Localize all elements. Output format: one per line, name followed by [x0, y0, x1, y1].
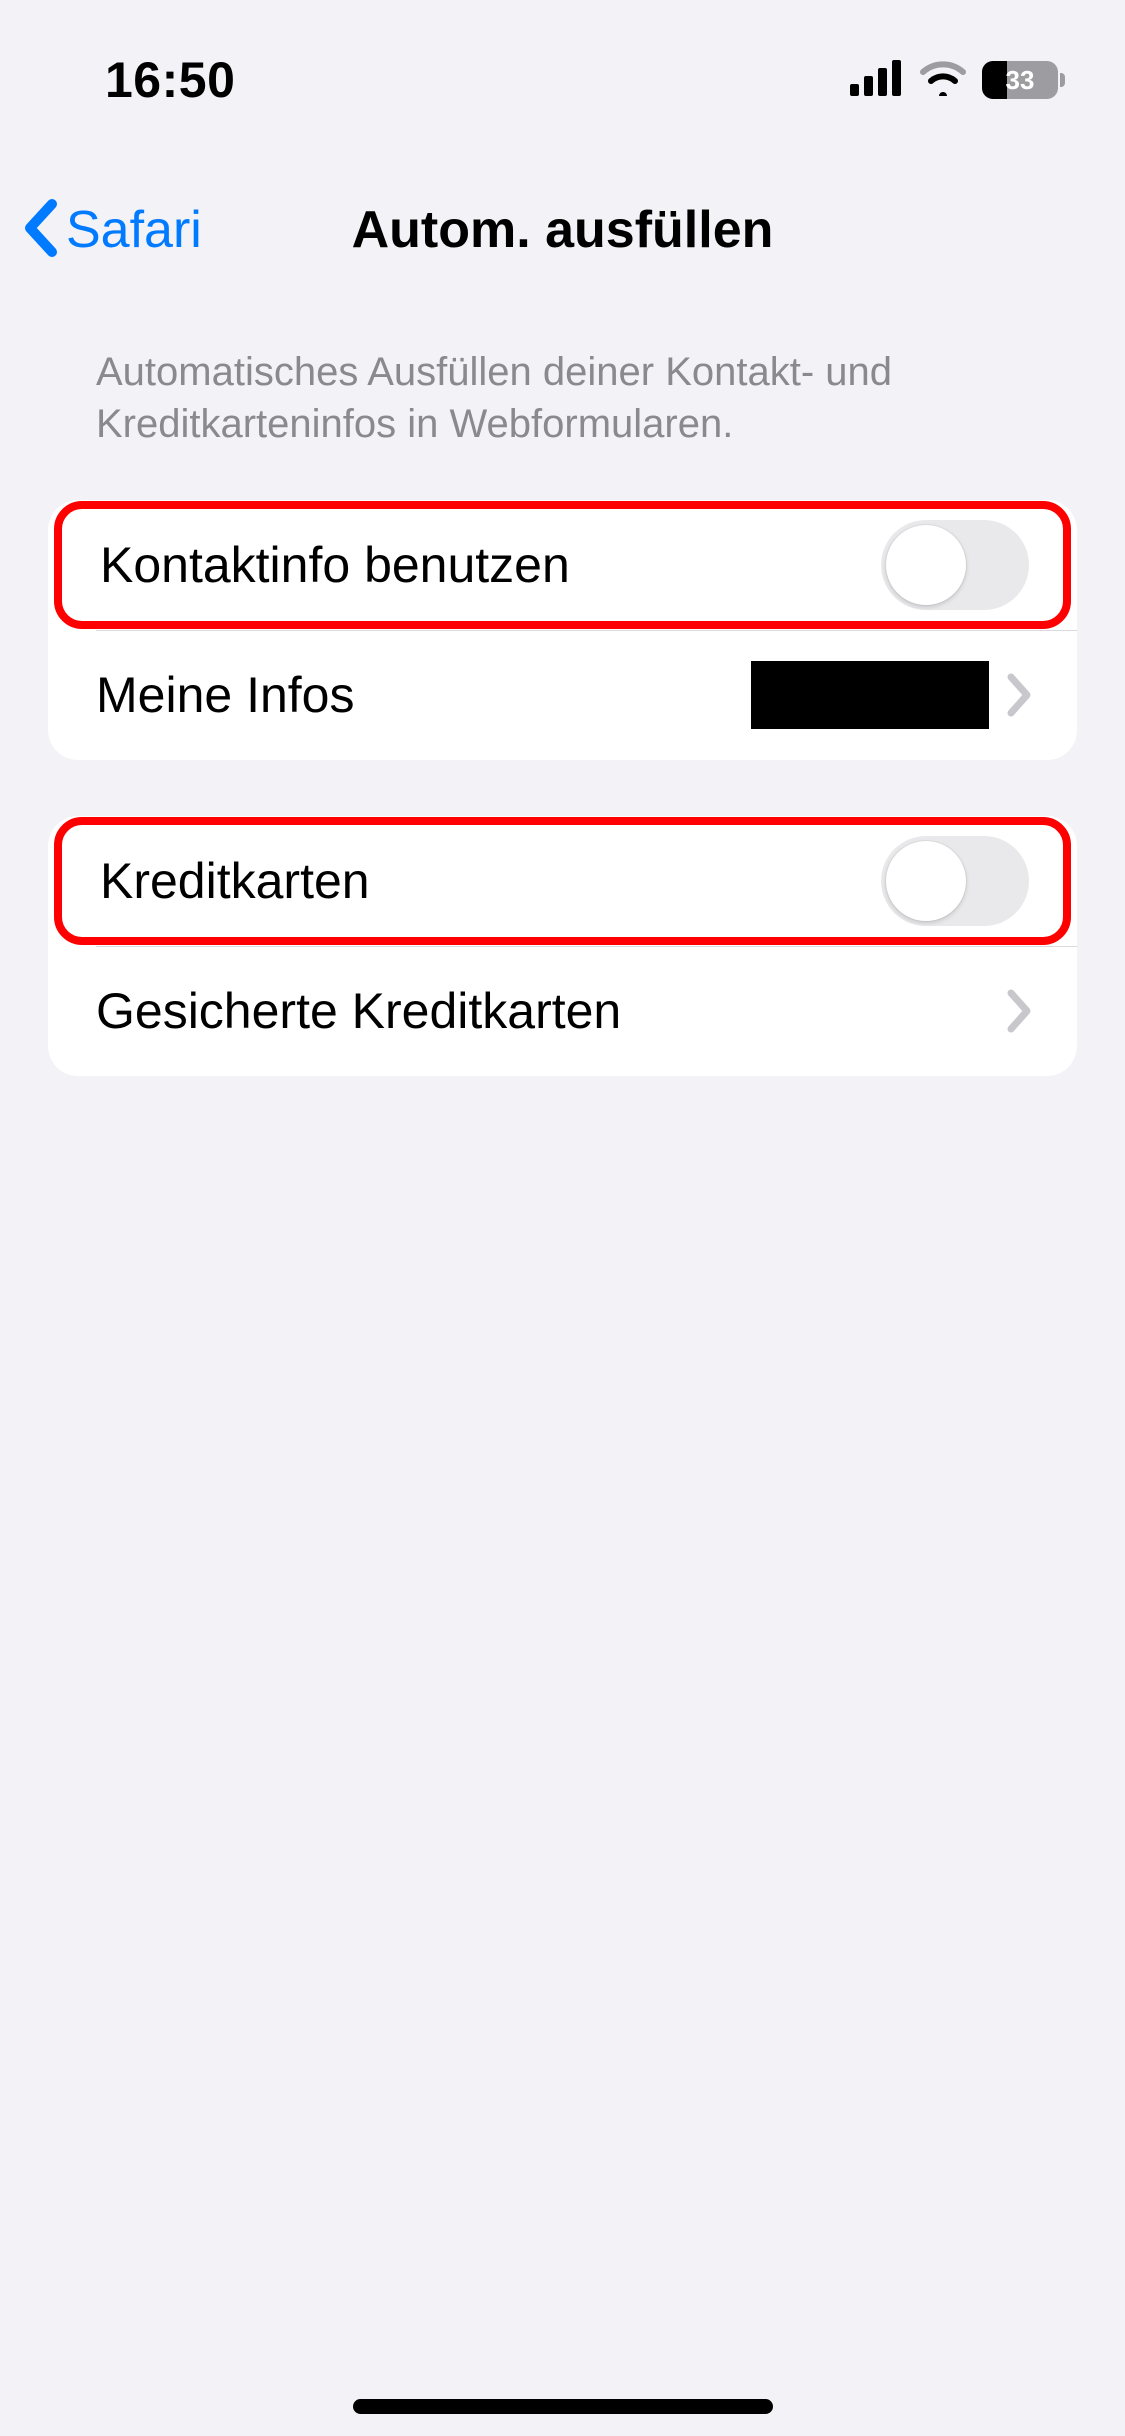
row-label: Kreditkarten — [100, 852, 881, 910]
row-label: Kontaktinfo benutzen — [100, 536, 881, 594]
chevron-left-icon — [22, 198, 60, 263]
chevron-right-icon — [1007, 989, 1033, 1033]
battery-percent: 33 — [982, 65, 1058, 96]
section-description: Automatisches Ausfüllen deiner Kontakt- … — [0, 326, 1040, 480]
settings-group-contact: Kontaktinfo benutzen Meine Infos — [48, 500, 1077, 760]
nav-bar: Safari Autom. ausfüllen — [0, 160, 1125, 300]
status-right: 33 — [850, 60, 1075, 101]
annotation-highlight: Kontaktinfo benutzen — [54, 501, 1071, 629]
row-credit-cards[interactable]: Kreditkarten — [48, 816, 1077, 946]
row-saved-credit-cards[interactable]: Gesicherte Kreditkarten — [48, 946, 1077, 1076]
settings-group-credit-cards: Kreditkarten Gesicherte Kreditkarten — [48, 816, 1077, 1076]
row-my-info[interactable]: Meine Infos — [48, 630, 1077, 760]
my-info-value-masked — [751, 661, 989, 729]
home-indicator — [353, 2399, 773, 2414]
back-label: Safari — [66, 200, 202, 260]
cellular-signal-icon — [850, 60, 904, 101]
status-time: 16:50 — [50, 51, 235, 109]
chevron-right-icon — [1007, 673, 1033, 717]
wifi-icon — [918, 60, 968, 101]
row-label: Gesicherte Kreditkarten — [96, 982, 1007, 1040]
annotation-highlight: Kreditkarten — [54, 817, 1071, 945]
row-use-contact-info[interactable]: Kontaktinfo benutzen — [48, 500, 1077, 630]
toggle-use-contact-info[interactable] — [881, 520, 1029, 610]
battery-icon: 33 — [982, 61, 1065, 99]
status-bar: 16:50 33 — [0, 0, 1125, 140]
row-label: Meine Infos — [96, 666, 751, 724]
page-title: Autom. ausfüllen — [352, 200, 774, 260]
toggle-credit-cards[interactable] — [881, 836, 1029, 926]
back-button[interactable]: Safari — [22, 160, 202, 300]
content: Automatisches Ausfüllen deiner Kontakt- … — [0, 326, 1125, 2436]
